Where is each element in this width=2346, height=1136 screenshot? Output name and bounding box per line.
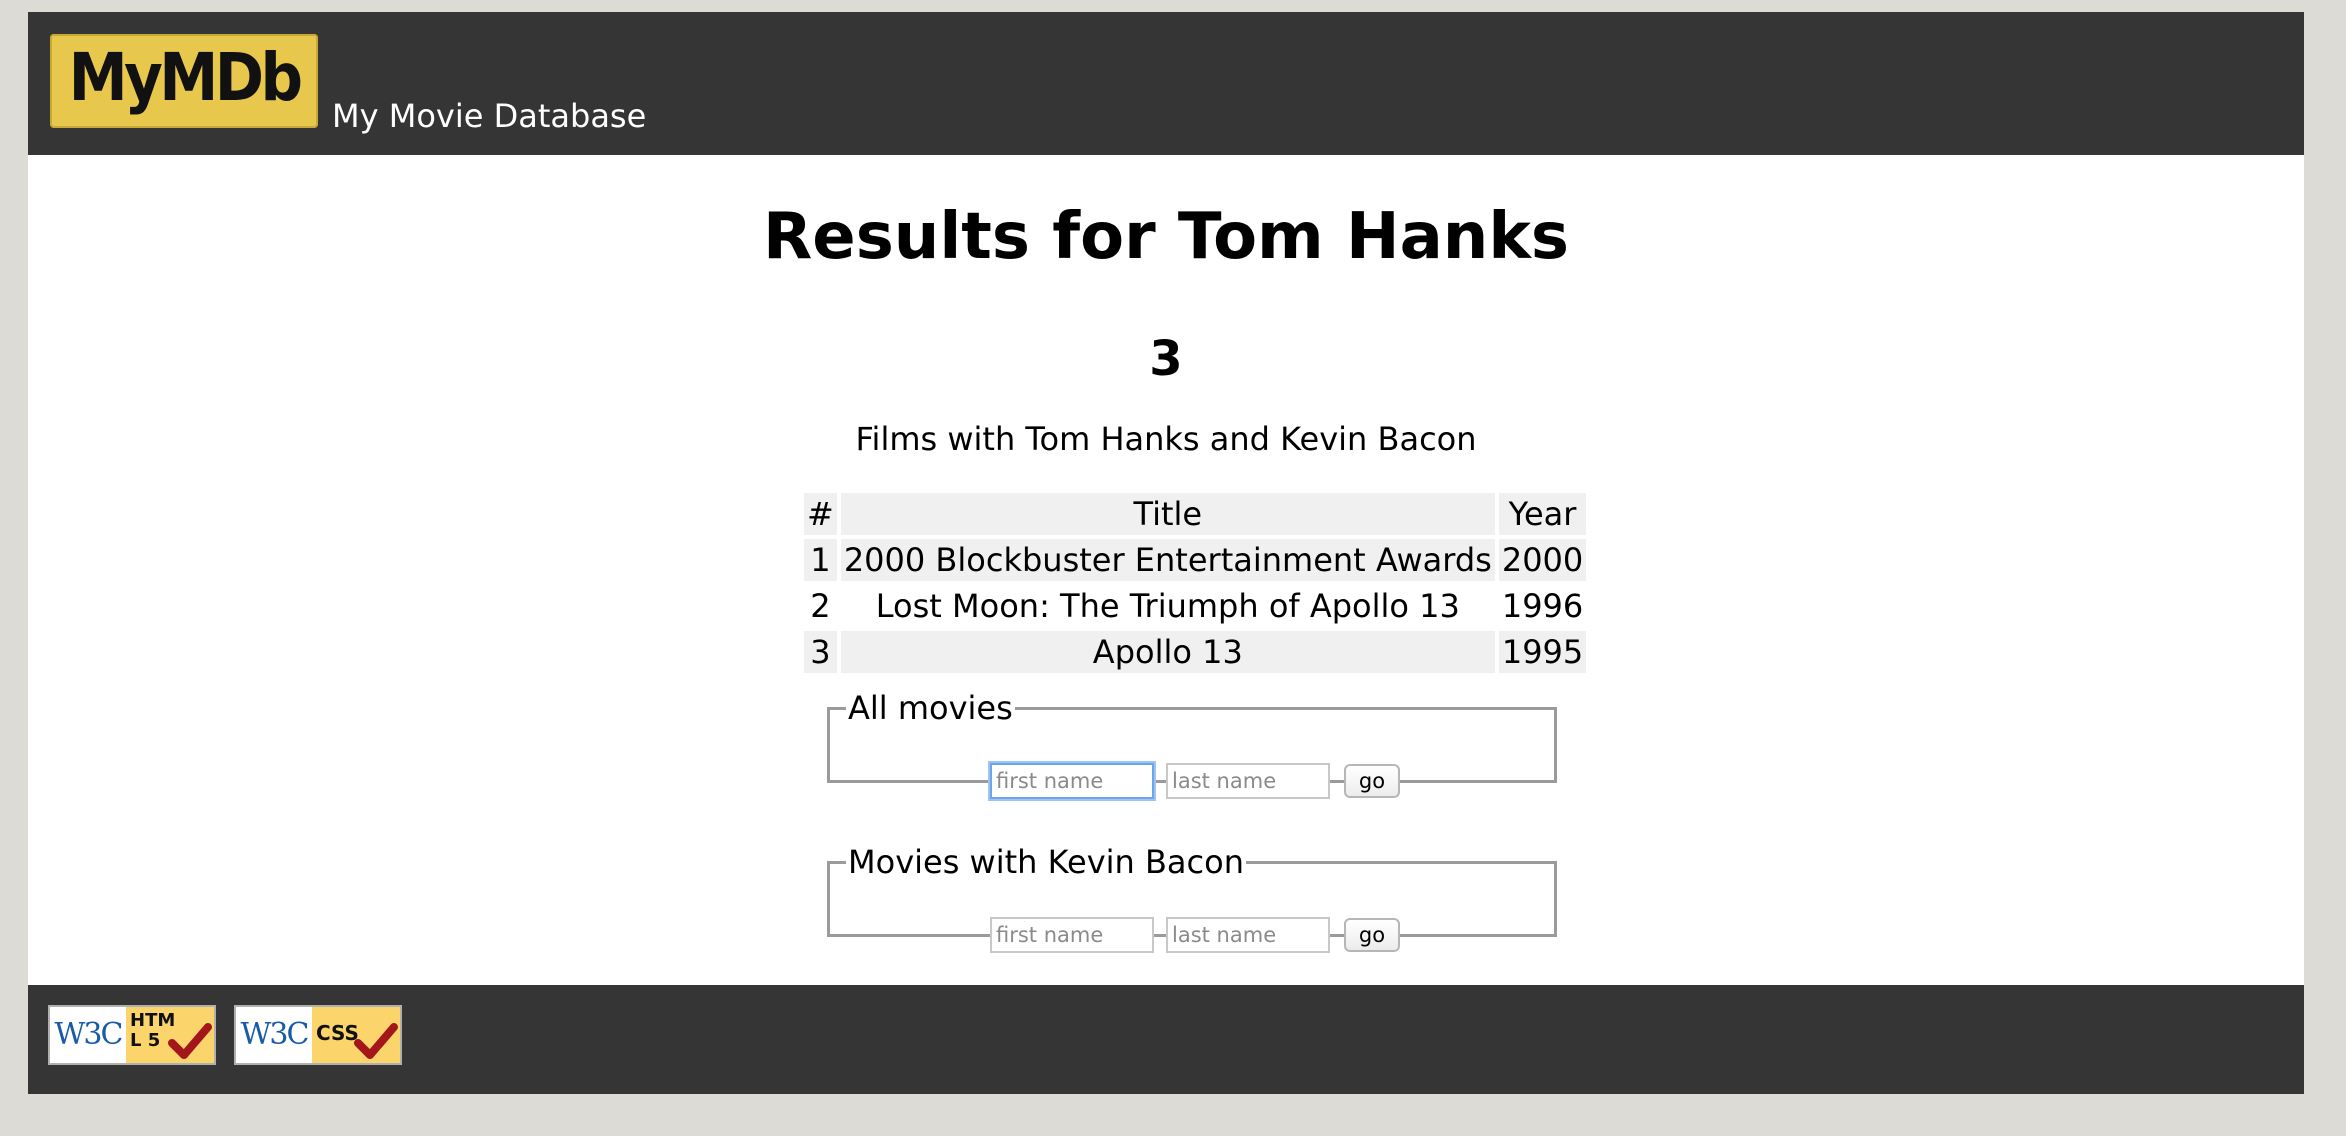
all-movies-legend: All movies <box>848 689 1013 727</box>
w3c-logo: W3C <box>240 1017 310 1052</box>
site-footer: W3C HTML 5 W3C CSS <box>28 985 2304 1094</box>
all-movies-go-button[interactable]: go <box>1344 764 1400 798</box>
films-table: # Title Year 1 2000 Blockbuster Entertai… <box>800 489 1590 677</box>
column-header-year: Year <box>1498 493 1587 535</box>
bacon-movies-go-button[interactable]: go <box>1344 918 1400 952</box>
table-caption: Films with Tom Hanks and Kevin Bacon <box>855 420 1477 458</box>
bacon-movies-legend: Movies with Kevin Bacon <box>848 843 1244 881</box>
logo-text: MyMDb <box>68 39 303 116</box>
all-movies-fields: go <box>830 763 1554 799</box>
main-content: Results for Tom Hanks 3 Films with Tom H… <box>28 155 2304 985</box>
w3c-css-badge[interactable]: W3C CSS <box>234 1005 402 1065</box>
w3c-logo: W3C <box>54 1017 124 1052</box>
row-year: 1995 <box>1498 631 1587 673</box>
row-number: 3 <box>804 631 837 673</box>
table-row: 1 2000 Blockbuster Entertainment Awards … <box>804 539 1587 581</box>
page: MyMDb My Movie Database Results for Tom … <box>28 12 2304 1094</box>
site-banner: MyMDb My Movie Database <box>28 12 2304 155</box>
w3c-html5-badge[interactable]: W3C HTML 5 <box>48 1005 216 1065</box>
row-year: 1996 <box>1498 585 1587 627</box>
badge-tag: CSS <box>312 1007 400 1063</box>
row-number: 1 <box>804 539 837 581</box>
site-name: My Movie Database <box>332 97 647 135</box>
check-icon <box>168 1023 212 1059</box>
column-header-title: Title <box>840 493 1495 535</box>
all-movies-first-name-input[interactable] <box>990 763 1154 799</box>
result-count: 3 <box>1149 331 1183 387</box>
all-movies-last-name-input[interactable] <box>1166 763 1330 799</box>
badge-tag: HTML 5 <box>126 1007 214 1063</box>
row-title: Lost Moon: The Triumph of Apollo 13 <box>840 585 1495 627</box>
column-header-number: # <box>804 493 837 535</box>
page-title: Results for Tom Hanks <box>763 200 1569 274</box>
bacon-movies-first-name-input[interactable] <box>990 917 1154 953</box>
all-movies-form: All movies go <box>827 689 1557 799</box>
row-title: 2000 Blockbuster Entertainment Awards <box>840 539 1495 581</box>
row-number: 2 <box>804 585 837 627</box>
bacon-movies-fields: go <box>830 917 1554 953</box>
row-year: 2000 <box>1498 539 1587 581</box>
table-row: 2 Lost Moon: The Triumph of Apollo 13 19… <box>804 585 1587 627</box>
check-icon <box>354 1023 398 1059</box>
row-title: Apollo 13 <box>840 631 1495 673</box>
table-header-row: # Title Year <box>804 493 1587 535</box>
bacon-movies-form: Movies with Kevin Bacon go <box>827 843 1557 953</box>
bacon-movies-last-name-input[interactable] <box>1166 917 1330 953</box>
site-logo[interactable]: MyMDb <box>50 34 318 128</box>
table-row: 3 Apollo 13 1995 <box>804 631 1587 673</box>
